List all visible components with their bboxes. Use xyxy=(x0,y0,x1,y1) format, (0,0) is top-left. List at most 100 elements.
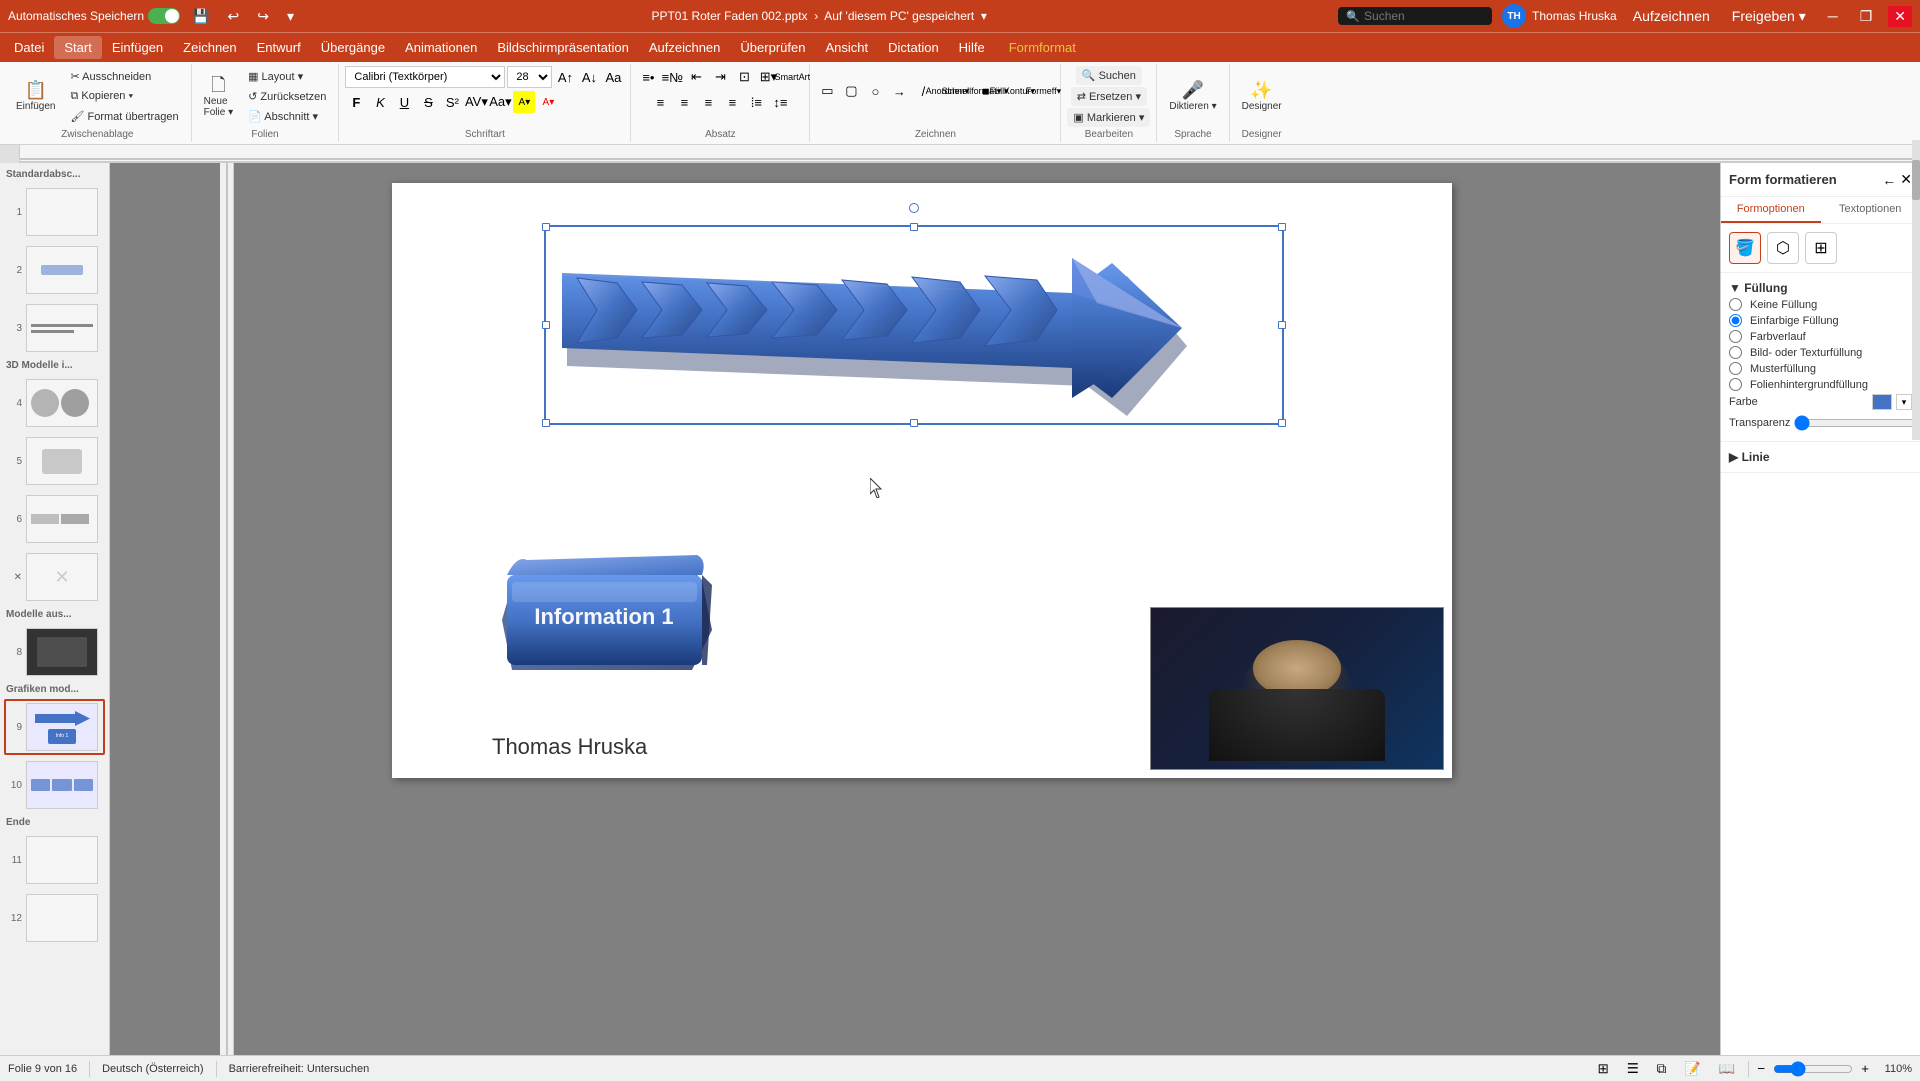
layout-icon-button[interactable]: ⊞ xyxy=(1805,232,1837,264)
undo-button[interactable]: ↩ xyxy=(222,6,246,27)
slide-thumb-7[interactable]: ✕ ✕ xyxy=(4,549,105,605)
canvas-area[interactable]: Information 1 Thomas Hruska xyxy=(110,163,1720,1055)
restore-button[interactable]: ❐ xyxy=(1854,6,1879,27)
bold-button[interactable]: F xyxy=(345,91,367,113)
color-swatch[interactable] xyxy=(1872,394,1892,410)
ausschneiden-button[interactable]: ✂ Ausschneiden xyxy=(64,67,184,86)
transparency-slider[interactable] xyxy=(1794,415,1920,431)
panel-scroll-thumb[interactable] xyxy=(1912,160,1920,200)
color-dropdown[interactable]: ▾ xyxy=(1896,394,1912,410)
highlight-button[interactable]: A▾ xyxy=(513,91,535,113)
comments-button[interactable]: Freigeben ▾ xyxy=(1726,6,1812,27)
panel-scrollbar[interactable] xyxy=(1912,140,1920,440)
markieren-button[interactable]: ▣ Markieren ▾ xyxy=(1067,108,1150,127)
effects-button[interactable]: Formeff▾ xyxy=(1032,80,1054,102)
slide-thumb-12[interactable]: 12 xyxy=(4,890,105,946)
justify-button[interactable]: ≡ xyxy=(721,91,743,113)
suchen-button[interactable]: 🔍 Suchen xyxy=(1076,66,1142,85)
slide-thumb-8[interactable]: 8 xyxy=(4,624,105,680)
handle-bm[interactable] xyxy=(910,419,918,427)
menu-ansicht[interactable]: Ansicht xyxy=(815,36,878,59)
slide-thumb-2[interactable]: 2 xyxy=(4,242,105,298)
slide-thumb-1[interactable]: 1 xyxy=(4,184,105,240)
columns-button[interactable]: ⁞≡ xyxy=(745,91,767,113)
spacing-button[interactable]: AV▾ xyxy=(465,91,487,113)
close-button[interactable]: ✕ xyxy=(1888,6,1912,27)
shadow-button[interactable]: S² xyxy=(441,91,463,113)
italic-button[interactable]: K xyxy=(369,91,391,113)
option-folien[interactable]: Folienhintergrundfüllung xyxy=(1729,378,1912,391)
tab-textoptionen[interactable]: Textoptionen xyxy=(1821,197,1920,223)
notes-view-button[interactable]: 📝 xyxy=(1679,1058,1706,1080)
menu-datei[interactable]: Datei xyxy=(4,36,54,59)
slide-thumb-6[interactable]: 6 xyxy=(4,491,105,547)
font-selector[interactable]: Calibri (Textkörper) xyxy=(345,66,505,88)
slide-thumb-11[interactable]: 11 xyxy=(4,832,105,888)
autosave-toggle[interactable]: Automatisches Speichern xyxy=(8,8,180,24)
normal-view-button[interactable]: ⊞ xyxy=(1593,1058,1614,1080)
option-keine[interactable]: Keine Füllung xyxy=(1729,298,1912,311)
zoom-level[interactable]: 110% xyxy=(1877,1063,1912,1075)
tab-formoptionen[interactable]: Formoptionen xyxy=(1721,197,1821,223)
slide-canvas[interactable]: Information 1 Thomas Hruska xyxy=(392,183,1452,778)
menu-hilfe[interactable]: Hilfe xyxy=(949,36,995,59)
radio-folien[interactable] xyxy=(1729,378,1742,391)
align-right-button[interactable]: ≡ xyxy=(697,91,719,113)
slide-thumb-5[interactable]: 5 xyxy=(4,433,105,489)
menu-formformat[interactable]: Formformat xyxy=(999,36,1086,59)
search-input[interactable] xyxy=(1364,9,1484,23)
increase-font-button[interactable]: A↑ xyxy=(554,66,576,88)
strikethrough-button[interactable]: S xyxy=(417,91,439,113)
designer-button[interactable]: ✨ Designer xyxy=(1236,77,1288,116)
smartart-button[interactable]: SmartArt xyxy=(781,66,803,88)
menu-zeichnen[interactable]: Zeichnen xyxy=(173,36,246,59)
redo-button[interactable]: ↪ xyxy=(251,6,275,27)
shape-rounded-rect[interactable]: ▢ xyxy=(840,80,862,102)
option-einfarbig[interactable]: Einfarbige Füllung xyxy=(1729,314,1912,327)
language-info[interactable]: Deutsch (Österreich) xyxy=(102,1063,203,1075)
arrow-shape[interactable] xyxy=(552,228,1282,418)
radio-keine[interactable] xyxy=(1729,298,1742,311)
linie-title[interactable]: ▶ Linie xyxy=(1729,450,1912,464)
menu-ueberpruefen[interactable]: Überprüfen xyxy=(730,36,815,59)
shape-circle[interactable]: ○ xyxy=(864,80,886,102)
quick-styles-button[interactable]: Schnellformat▾ xyxy=(960,80,982,102)
minimize-button[interactable]: ─ xyxy=(1822,6,1844,26)
text-direction-button[interactable]: ⊡ xyxy=(733,66,755,88)
handle-bl[interactable] xyxy=(542,419,550,427)
menu-dictation[interactable]: Dictation xyxy=(878,36,949,59)
handle-tl[interactable] xyxy=(542,223,550,231)
radio-bild[interactable] xyxy=(1729,346,1742,359)
layout-button[interactable]: ▦ Layout ▾ xyxy=(242,67,332,86)
numbering-button[interactable]: ≡№ xyxy=(661,66,683,88)
linespacing-button[interactable]: ↕≡ xyxy=(769,91,791,113)
save-button[interactable]: 💾 xyxy=(186,6,215,27)
abschnitt-button[interactable]: 📄 Abschnitt ▾ xyxy=(242,107,332,126)
accessibility-info[interactable]: Barrierefreiheit: Untersuchen xyxy=(229,1063,370,1075)
reading-view-button[interactable]: 📖 xyxy=(1714,1058,1741,1080)
ersetzen-button[interactable]: ⇄ Ersetzen ▾ xyxy=(1071,87,1147,106)
option-muster[interactable]: Musterfüllung xyxy=(1729,362,1912,375)
panel-back-button[interactable]: ← xyxy=(1882,171,1896,188)
effects-icon-button[interactable]: ⬡ xyxy=(1767,232,1799,264)
decrease-font-button[interactable]: A↓ xyxy=(578,66,600,88)
fill-icon-button[interactable]: 🪣 xyxy=(1729,232,1761,264)
clear-format-button[interactable]: Aa xyxy=(602,66,624,88)
shape-rect[interactable]: ▭ xyxy=(816,80,838,102)
bullets-button[interactable]: ≡• xyxy=(637,66,659,88)
radio-einfarbig[interactable] xyxy=(1729,314,1742,327)
panel-close-button[interactable]: ✕ xyxy=(1900,171,1912,188)
slide-thumb-3[interactable]: 3 xyxy=(4,300,105,356)
outline-view-button[interactable]: ☰ xyxy=(1622,1058,1644,1080)
menu-bildschirm[interactable]: Bildschirmpräsentation xyxy=(487,36,639,59)
case-button[interactable]: Aa▾ xyxy=(489,91,511,113)
diktieren-button[interactable]: 🎤 Diktieren ▾ xyxy=(1163,77,1222,116)
einfuegen-button[interactable]: 📋 Einfügen xyxy=(10,77,61,116)
indent-decrease-button[interactable]: ⇤ xyxy=(685,66,707,88)
slide-thumb-10[interactable]: 10 xyxy=(4,757,105,813)
autosave-switch[interactable] xyxy=(148,8,180,24)
share-button[interactable]: Aufzeichnen xyxy=(1627,6,1716,26)
radio-farbverlauf[interactable] xyxy=(1729,330,1742,343)
option-farbverlauf[interactable]: Farbverlauf xyxy=(1729,330,1912,343)
quick-access-more[interactable]: ▾ xyxy=(281,6,300,27)
